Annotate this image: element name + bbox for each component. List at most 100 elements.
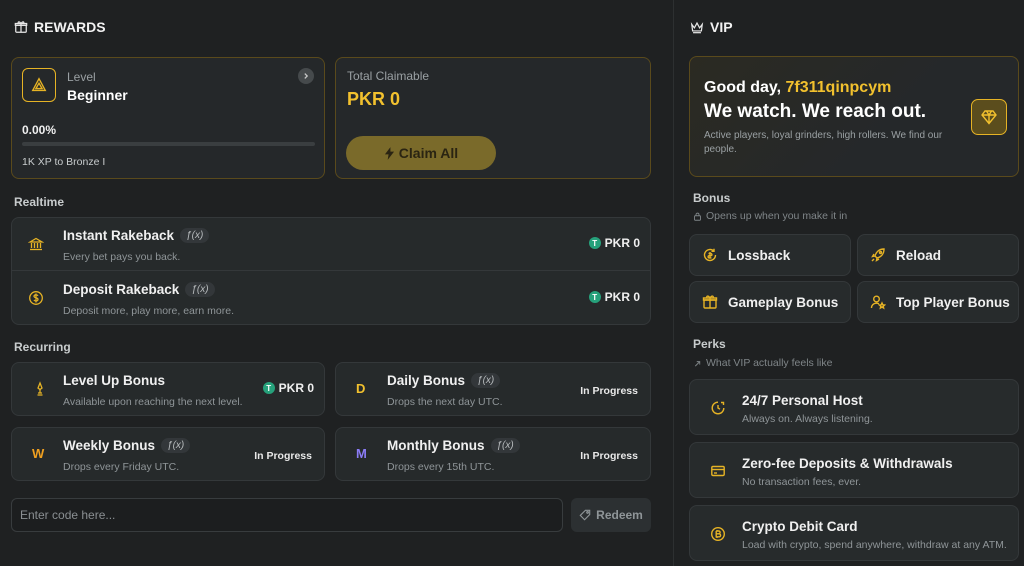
level-progress-text: 0.00% [22,123,57,137]
formula-icon[interactable]: ƒ(x) [185,282,215,297]
clock-24-icon [711,401,725,415]
weekly-bonus-sub: Drops every Friday UTC. [63,461,180,473]
perk-crypto-card-sub: Load with crypto, spend anywhere, withdr… [742,539,1007,551]
perk-zero-fee-title: Zero-fee Deposits & Withdrawals [742,456,953,471]
vip-title: VIP [710,19,733,35]
gift-icon [702,295,718,309]
realtime-card: Instant Rakeback ƒ(x) Every bet pays you… [11,217,651,325]
crown-icon [690,21,704,34]
weekly-bonus-card[interactable]: W Weekly Bonus ƒ(x) Drops every Friday U… [11,427,325,481]
vip-description: Active players, loyal grinders, high rol… [704,130,943,155]
level-label: Level [67,70,96,84]
perks-heading: Perks [693,337,726,351]
deposit-rakeback-title: Deposit Rakeback [63,282,180,297]
tether-icon: T [588,291,601,303]
diamond-icon [971,99,1007,135]
daily-bonus-status: In Progress [580,385,638,397]
gift-icon [14,21,28,33]
instant-rakeback-title: Instant Rakeback [63,228,175,243]
monthly-letter-icon: M [356,446,367,461]
coin-icon [29,291,43,305]
vip-username: 7f311qinpcym [785,79,892,96]
perk-personal-host-title: 24/7 Personal Host [742,393,863,408]
trophy-icon [37,381,43,396]
gameplay-bonus-button[interactable]: Gameplay Bonus [689,281,851,323]
lossback-button[interactable]: Lossback [689,234,851,276]
perk-personal-host-sub: Always on. Always listening. [742,413,873,425]
tether-icon: T [588,237,601,249]
panel-divider [673,0,674,566]
top-player-bonus-button[interactable]: Top Player Bonus [857,281,1019,323]
level-card: Level Beginner 0.00% 1K XP to Bronze I [11,57,325,179]
reload-label: Reload [896,247,942,263]
tether-icon: T [262,382,275,394]
daily-letter-icon: D [356,381,366,396]
claimable-amount: PKR 0 [347,89,401,109]
rewards-title: REWARDS [34,19,106,35]
vip-headline: We watch. We reach out. [704,101,927,122]
credit-card-icon [711,465,725,477]
instant-rakeback-sub: Every bet pays you back. [63,251,181,263]
vip-greeting: Good day, 7f311qinpcym [704,79,892,96]
weekly-bonus-status: In Progress [254,450,312,462]
gameplay-bonus-label: Gameplay Bonus [728,294,839,310]
deposit-rakeback-row[interactable]: Deposit Rakeback ƒ(x) Deposit more, play… [12,272,650,324]
weekly-bonus-title: Weekly Bonus [63,438,156,453]
instant-rakeback-value: T PKR 0 [588,236,640,250]
lossback-label: Lossback [728,247,791,263]
level-details-button[interactable] [298,68,314,84]
formula-icon[interactable]: ƒ(x) [471,373,501,388]
tag-icon [579,509,591,521]
rewards-header: REWARDS [14,19,106,35]
row-divider [12,270,650,271]
daily-bonus-card[interactable]: D Daily Bonus ƒ(x) Drops the next day UT… [335,362,651,416]
redeem-button[interactable]: Redeem [571,498,651,532]
level-progress-bar [22,142,315,146]
daily-bonus-sub: Drops the next day UTC. [387,396,503,408]
monthly-bonus-title: Monthly Bonus [387,438,485,453]
promo-code-input[interactable] [11,498,563,532]
level-up-bonus-card[interactable]: Level Up Bonus Available upon reaching t… [11,362,325,416]
top-player-bonus-label: Top Player Bonus [896,294,1010,310]
monthly-bonus-status: In Progress [580,450,638,462]
level-badge-icon [22,68,56,102]
bank-icon [28,237,44,251]
perk-zero-fee-sub: No transaction fees, ever. [742,476,862,488]
level-next-text: 1K XP to Bronze I [22,156,106,168]
weekly-letter-icon: W [32,446,45,461]
lightning-icon [384,146,394,160]
formula-icon[interactable]: ƒ(x) [490,438,520,453]
claim-all-label: Claim All [398,145,459,161]
level-up-bonus-title: Level Up Bonus [63,373,166,388]
formula-icon[interactable]: ƒ(x) [161,438,191,453]
deposit-rakeback-sub: Deposit more, play more, earn more. [63,305,234,317]
monthly-bonus-card[interactable]: M Monthly Bonus ƒ(x) Drops every 15th UT… [335,427,651,481]
daily-bonus-title: Daily Bonus [387,373,466,388]
lock-icon [694,212,701,221]
vip-panel: VIP Good day, 7f311qinpcym We watch. We … [676,0,1024,566]
bonus-note: Opens up when you make it in [693,210,847,222]
vip-header: VIP [690,19,733,35]
perks-note: What VIP actually feels like [693,357,832,369]
user-star-icon [870,295,886,310]
monthly-bonus-sub: Drops every 15th UTC. [387,461,495,473]
deposit-rakeback-value: T PKR 0 [588,290,640,304]
lossback-icon [703,248,717,262]
perk-crypto-card: Crypto Debit Card Load with crypto, spen… [689,505,1019,561]
bonus-heading: Bonus [693,191,731,205]
recurring-heading: Recurring [14,340,71,354]
rocket-icon [871,248,885,262]
formula-icon[interactable]: ƒ(x) [180,228,210,243]
claimable-card: Total Claimable PKR 0 Claim All [335,57,651,179]
realtime-heading: Realtime [14,195,65,209]
level-up-bonus-sub: Available upon reaching the next level. [63,396,243,408]
instant-rakeback-row[interactable]: Instant Rakeback ƒ(x) Every bet pays you… [12,218,650,271]
info-icon [694,360,701,366]
vip-welcome-card: Good day, 7f311qinpcym We watch. We reac… [689,56,1019,177]
reload-button[interactable]: Reload [857,234,1019,276]
perk-personal-host: 24/7 Personal Host Always on. Always lis… [689,379,1019,435]
claimable-label: Total Claimable [347,69,430,83]
claim-all-button[interactable]: Claim All [346,136,496,170]
level-up-bonus-value: T PKR 0 [262,381,314,395]
redeem-label: Redeem [596,508,643,522]
